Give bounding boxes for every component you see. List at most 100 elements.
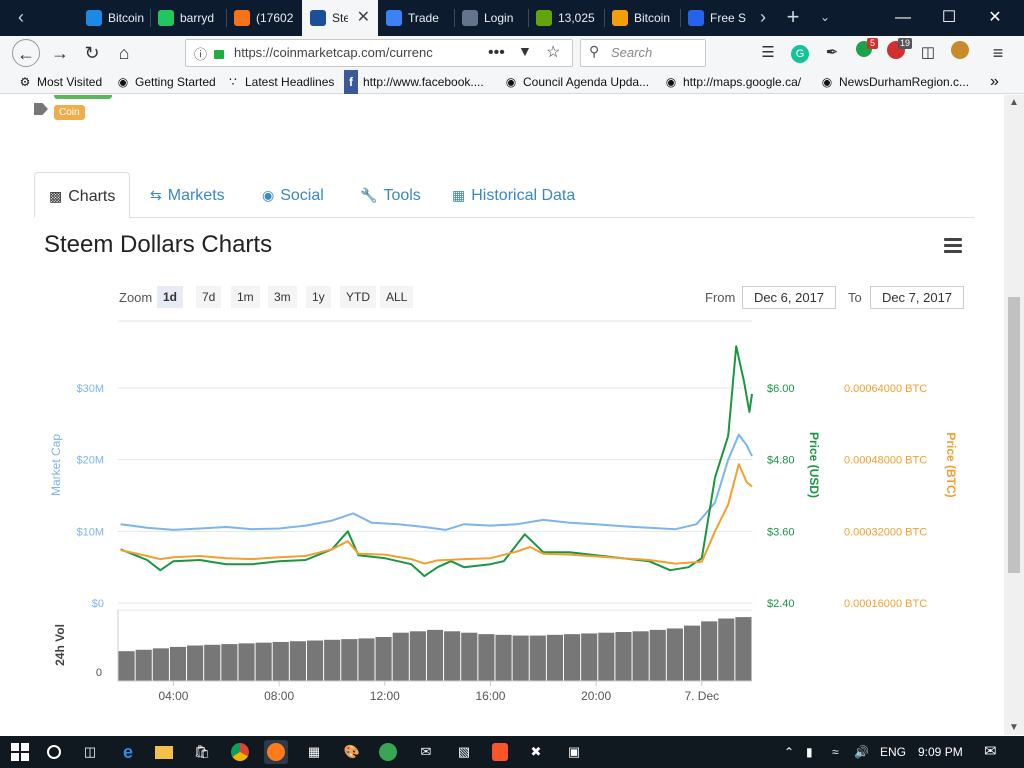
show-hidden-icons-chevron-up-icon[interactable]: ⌃: [784, 736, 794, 768]
windows-start-icon[interactable]: [8, 740, 32, 764]
tab-favicon-icon: [536, 10, 552, 26]
browser-tab[interactable]: barryd: [150, 0, 226, 36]
bookmark-getting-started[interactable]: ◉ Getting Started: [116, 70, 216, 94]
edge-icon[interactable]: e: [116, 740, 140, 764]
btc-tick-label: 0.00032000 BTC: [844, 526, 927, 538]
volume-bar: [495, 634, 512, 681]
facebook-icon: f: [344, 70, 358, 94]
bookmark-latest-headlines[interactable]: ∵ Latest Headlines: [226, 70, 334, 94]
tab-label: Steem: [332, 11, 348, 25]
calculator-grid-icon[interactable]: ▦: [302, 740, 326, 764]
scrollbar-thumb[interactable]: [1008, 297, 1020, 573]
x-tick-label: 20:00: [581, 689, 611, 703]
tabs-scroll-right-icon[interactable]: ›: [750, 0, 776, 36]
bookmark-facebook[interactable]: f http://www.facebook....: [344, 70, 484, 94]
extension-icon[interactable]: 5: [852, 38, 878, 65]
usd-tick-label: $6.00: [767, 383, 795, 395]
chrome-icon[interactable]: [228, 740, 252, 764]
browser-tab[interactable]: 13,025: [528, 0, 604, 36]
volume-bar: [204, 644, 221, 681]
usd-tick-label: $2.40: [767, 598, 795, 610]
volume-bar: [615, 632, 632, 681]
bookmark-star-icon[interactable]: ☆: [546, 42, 560, 62]
adblock-badge: 19: [897, 38, 912, 49]
bookmark-news-durham[interactable]: ◉ NewsDurhamRegion.c...: [820, 70, 969, 94]
file-explorer-icon[interactable]: [152, 740, 176, 764]
monkey-extension-icon[interactable]: [948, 41, 972, 65]
scroll-down-icon[interactable]: ▼: [1004, 722, 1024, 733]
info-icon[interactable]: ⓘ: [194, 44, 207, 63]
bookmark-most-visited[interactable]: ⚙ Most Visited: [18, 70, 103, 94]
volume-bar: [306, 640, 324, 681]
forward-arrow-icon[interactable]: →: [46, 39, 74, 67]
paint-icon[interactable]: 🎨: [340, 740, 364, 764]
battery-icon[interactable]: ▮: [806, 736, 813, 768]
wifi-icon[interactable]: ≈: [832, 736, 839, 768]
home-icon[interactable]: ⌂: [110, 39, 138, 67]
bookmarks-overflow-icon[interactable]: »: [990, 70, 999, 94]
tab-list-chevron-down-icon[interactable]: ⌄: [812, 0, 838, 36]
sidebar-icon[interactable]: ◫: [916, 41, 940, 65]
browser-tab[interactable]: Bitcoin: [604, 0, 680, 36]
volume-bar: [272, 641, 289, 681]
app-x-icon[interactable]: ✖: [524, 740, 548, 764]
bookmark-council-agenda[interactable]: ◉ Council Agenda Upda...: [504, 70, 649, 94]
browser-tab[interactable]: Login: [454, 0, 528, 36]
mail-icon[interactable]: ✉: [414, 740, 438, 764]
volume-icon[interactable]: 🔊: [854, 736, 869, 768]
clock[interactable]: 9:09 PM: [918, 736, 963, 768]
eyedropper-icon[interactable]: ✒: [820, 41, 844, 65]
close-tab-icon[interactable]: ✕: [357, 0, 370, 36]
adblock-icon[interactable]: 19: [884, 38, 912, 65]
usd-tick-label: $4.80: [767, 455, 795, 467]
scroll-up-icon[interactable]: ▲: [1004, 97, 1024, 108]
cortana-icon[interactable]: [42, 740, 66, 764]
search-bar[interactable]: ⚲ Search: [580, 39, 706, 67]
hamburger-menu-icon[interactable]: ≡: [986, 41, 1010, 65]
volume-bar: [701, 621, 718, 681]
green-globe-icon[interactable]: [376, 740, 400, 764]
volume-bar: [461, 632, 478, 681]
pocket-icon[interactable]: ▼: [518, 43, 532, 59]
tab-label: Bitcoin: [108, 11, 145, 25]
tabs-scroll-left-icon[interactable]: ‹: [8, 0, 34, 36]
volume-bar: [255, 642, 272, 681]
market-cap-axis-title: Market Cap: [49, 434, 63, 496]
browser-tab[interactable]: Bitcoin: [78, 0, 150, 36]
volume-bar: [546, 634, 564, 681]
volume-bar: [375, 636, 392, 681]
browser-tab[interactable]: Free S: [680, 0, 748, 36]
usd-price-series-line: [120, 345, 753, 578]
browser-tab[interactable]: Steem ✕: [302, 0, 378, 36]
browser-tab[interactable]: (17602: [226, 0, 302, 36]
minimize-icon[interactable]: —: [880, 0, 926, 36]
brave-icon[interactable]: [488, 740, 512, 764]
task-view-icon[interactable]: ◫: [78, 740, 102, 764]
notifications-icon[interactable]: ✉: [984, 736, 997, 768]
search-placeholder[interactable]: Search: [611, 40, 652, 66]
tab-favicon-icon: [86, 10, 102, 26]
grammarly-icon[interactable]: G: [788, 41, 812, 65]
language-indicator[interactable]: ENG: [880, 736, 906, 768]
close-window-icon[interactable]: ✕: [972, 0, 1018, 36]
browser-tab[interactable]: Trade: [378, 0, 454, 36]
calculator-icon[interactable]: ▧: [452, 740, 476, 764]
url-text[interactable]: https://coinmarketcap.com/currenc: [234, 40, 454, 66]
back-arrow-icon[interactable]: ←: [12, 39, 40, 67]
btc-tick-label: 0.00064000 BTC: [844, 383, 927, 395]
maximize-icon[interactable]: ☐: [926, 0, 972, 36]
url-bar[interactable]: ⓘ https://coinmarketcap.com/currenc ••• …: [185, 39, 573, 67]
volume-bar: [118, 651, 135, 681]
store-icon[interactable]: 🛍: [190, 740, 214, 764]
volume-bar: [221, 644, 238, 681]
library-icon[interactable]: ☰: [756, 41, 780, 65]
web-page: Coin ▩ Charts ⇆ Markets ◉ Social 🔧 Tools ▦ Hi…: [0, 95, 1004, 735]
new-tab-icon[interactable]: +: [780, 0, 806, 36]
firefox-icon[interactable]: [264, 740, 288, 764]
bookmark-google-maps[interactable]: ◉ http://maps.google.ca/: [664, 70, 801, 94]
page-actions-icon[interactable]: •••: [488, 40, 505, 66]
app-window-icon[interactable]: ▣: [562, 740, 586, 764]
reload-icon[interactable]: ↻: [78, 39, 106, 67]
price-chart[interactable]: $0 $10M $20M $30M $2.40 $3.60 $4.80 $6.00 0.0001…: [0, 95, 1004, 735]
page-scrollbar[interactable]: ▲ ▼: [1004, 95, 1024, 735]
